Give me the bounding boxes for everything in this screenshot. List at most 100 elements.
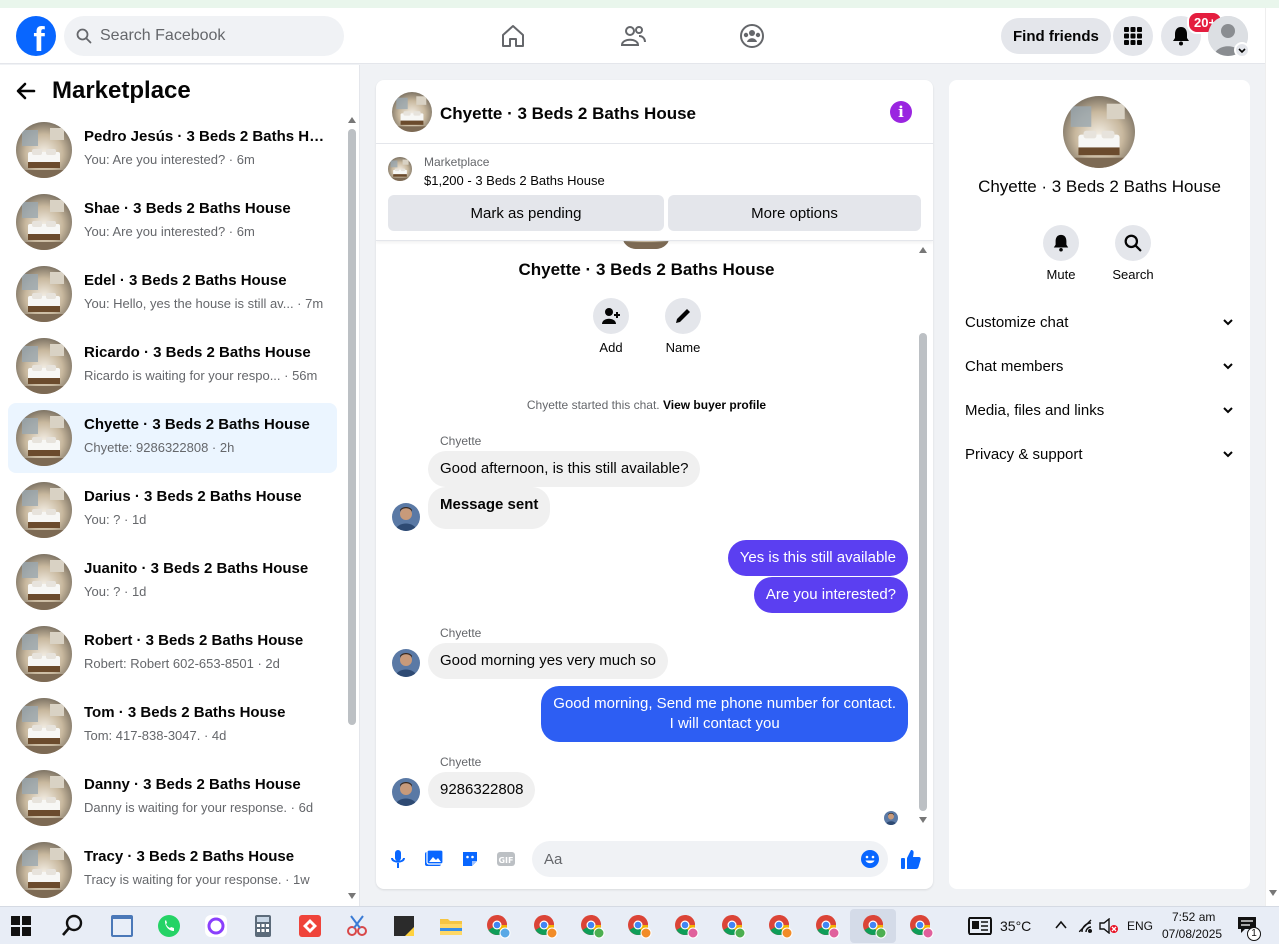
anydesk-icon[interactable] bbox=[297, 913, 323, 939]
chrome-profile-icon[interactable] bbox=[861, 913, 887, 939]
menu-button[interactable] bbox=[1113, 16, 1153, 56]
scroll-down-arrow-icon[interactable] bbox=[348, 893, 356, 899]
name-chat-action[interactable]: Name bbox=[653, 298, 713, 355]
find-friends-button[interactable]: Find friends bbox=[1001, 18, 1111, 54]
scroll-down-arrow-icon[interactable] bbox=[919, 817, 927, 823]
view-buyer-profile-link[interactable]: View buyer profile bbox=[663, 398, 766, 412]
groups-icon[interactable] bbox=[738, 22, 766, 50]
snipping-tool-icon[interactable] bbox=[344, 913, 370, 939]
search-bar[interactable] bbox=[64, 16, 344, 56]
clock-date[interactable]: 07/08/2025 bbox=[1162, 927, 1222, 941]
language-indicator[interactable]: ENG bbox=[1127, 919, 1153, 933]
conversation-item[interactable]: Pedro Jesús · 3 Beds 2 Baths Ho... You: A… bbox=[8, 115, 337, 185]
incoming-message[interactable]: Good afternoon, is this still available? bbox=[428, 451, 701, 487]
weather-news-icon[interactable] bbox=[968, 916, 992, 936]
conversation-item[interactable]: Tom · 3 Beds 2 Baths House Tom: 417-838-3… bbox=[8, 691, 337, 761]
mark-as-pending-button[interactable]: Mark as pending bbox=[388, 195, 664, 231]
search-in-chat-action[interactable]: Search bbox=[1103, 225, 1163, 282]
conversation-item[interactable]: Robert · 3 Beds 2 Baths House Robert: Rob… bbox=[8, 619, 337, 689]
incoming-message[interactable]: Good morning yes very much so bbox=[428, 643, 668, 679]
info-listing-photo[interactable] bbox=[1063, 96, 1135, 168]
sticky-notes-icon[interactable] bbox=[391, 913, 417, 939]
search-icon bbox=[76, 28, 92, 44]
chrome-profile-icon[interactable] bbox=[720, 913, 746, 939]
add-people-action[interactable]: Add bbox=[581, 298, 641, 355]
sticker-icon[interactable] bbox=[460, 849, 480, 869]
scroll-up-arrow-icon[interactable] bbox=[919, 247, 927, 253]
photo-icon[interactable] bbox=[424, 849, 444, 869]
home-icon[interactable] bbox=[499, 22, 527, 50]
scroll-up-arrow-icon[interactable] bbox=[348, 117, 356, 123]
more-options-button[interactable]: More options bbox=[668, 195, 921, 231]
volume-muted-icon[interactable] bbox=[1099, 918, 1119, 934]
sidebar-scroll-thumb[interactable] bbox=[348, 129, 356, 725]
app-icon-c[interactable] bbox=[203, 913, 229, 939]
back-arrow-icon[interactable] bbox=[16, 81, 36, 101]
whatsapp-icon[interactable] bbox=[156, 913, 182, 939]
account-caret[interactable] bbox=[1234, 42, 1250, 58]
conversation-item[interactable]: Edel · 3 Beds 2 Baths House You: Hello, y… bbox=[8, 259, 337, 329]
friends-icon[interactable] bbox=[619, 22, 647, 50]
sidebar-scrollbar[interactable] bbox=[346, 115, 358, 905]
mute-action[interactable]: Mute bbox=[1031, 225, 1091, 282]
chat-listing-thumbnail[interactable] bbox=[392, 92, 432, 132]
chrome-profile-icon[interactable] bbox=[626, 913, 652, 939]
conversation-item[interactable]: Tracy · 3 Beds 2 Baths House Tracy is wai… bbox=[8, 835, 337, 905]
listing-price[interactable]: $1,200 - 3 Beds 2 Baths House bbox=[424, 173, 605, 188]
outgoing-message[interactable]: Are you interested? bbox=[753, 577, 908, 613]
windows-start-icon[interactable] bbox=[10, 915, 32, 937]
search-input[interactable] bbox=[100, 27, 320, 45]
taskbar-search-icon[interactable] bbox=[60, 913, 86, 939]
facebook-logo[interactable]: f bbox=[16, 16, 56, 56]
add-label: Add bbox=[599, 340, 623, 355]
temperature-readout[interactable]: 35°C bbox=[1000, 918, 1031, 934]
conversation-preview: Tom: 417-838-3047. · 4d bbox=[84, 728, 227, 743]
chrome-profile-icon[interactable] bbox=[485, 913, 511, 939]
clock-time[interactable]: 7:52 am bbox=[1172, 910, 1215, 924]
outgoing-message[interactable]: Yes is this still available bbox=[727, 540, 908, 576]
conversation-item[interactable]: Ricardo · 3 Beds 2 Baths House Ricardo is… bbox=[8, 331, 337, 401]
listing-thumbnail[interactable] bbox=[388, 157, 412, 181]
conversation-item[interactable]: Shae · 3 Beds 2 Baths House You: Are you … bbox=[8, 187, 337, 257]
sender-avatar[interactable] bbox=[392, 649, 420, 677]
network-icon[interactable] bbox=[1078, 919, 1094, 933]
browser-app-icon[interactable] bbox=[109, 913, 135, 939]
scroll-down-arrow-icon[interactable] bbox=[1269, 890, 1277, 896]
chat-title[interactable]: Chyette · 3 Beds 2 Baths House bbox=[440, 104, 696, 124]
chrome-profile-icon[interactable] bbox=[579, 913, 605, 939]
gif-icon[interactable]: GIF bbox=[496, 849, 516, 869]
sender-avatar[interactable] bbox=[392, 503, 420, 531]
media-files-links-section[interactable]: Media, files and links bbox=[965, 390, 1235, 430]
incoming-message[interactable]: 9286322808 bbox=[428, 772, 536, 808]
chat-members-section[interactable]: Chat members bbox=[965, 346, 1235, 386]
microphone-icon[interactable] bbox=[388, 849, 408, 869]
like-thumbs-up-icon[interactable] bbox=[900, 848, 922, 870]
window-scrollbar[interactable] bbox=[1265, 8, 1279, 906]
calculator-icon[interactable] bbox=[250, 913, 276, 939]
mute-label: Mute bbox=[1046, 267, 1076, 282]
incoming-message[interactable]: Message sent bbox=[428, 487, 551, 529]
thread-scrollbar[interactable] bbox=[917, 241, 929, 831]
chevron-down-icon bbox=[1238, 48, 1246, 54]
conversation-item[interactable]: Chyette · 3 Beds 2 Baths House Chyette: 9… bbox=[8, 403, 337, 473]
chrome-profile-icon[interactable] bbox=[814, 913, 840, 939]
info-icon[interactable]: i bbox=[890, 101, 912, 123]
message-input[interactable] bbox=[532, 841, 888, 877]
chrome-profile-icon[interactable] bbox=[908, 913, 934, 939]
conversation-item[interactable]: Darius · 3 Beds 2 Baths House You: ? · 1d bbox=[8, 475, 337, 545]
chevron-up-icon[interactable] bbox=[1054, 919, 1068, 931]
chrome-profile-icon[interactable] bbox=[673, 913, 699, 939]
thread-scroll-thumb[interactable] bbox=[919, 333, 927, 811]
emoji-icon[interactable] bbox=[860, 849, 880, 869]
sender-avatar[interactable] bbox=[392, 778, 420, 806]
outgoing-message[interactable]: Good morning, Send me phone number for c… bbox=[541, 686, 908, 742]
conversation-name: Danny · 3 Beds 2 Baths House bbox=[84, 776, 301, 793]
conversation-preview: Ricardo is waiting for your respo... · 5… bbox=[84, 368, 318, 383]
chrome-profile-icon[interactable] bbox=[767, 913, 793, 939]
chrome-profile-icon[interactable] bbox=[532, 913, 558, 939]
conversation-item[interactable]: Danny · 3 Beds 2 Baths House Danny is wai… bbox=[8, 763, 337, 833]
conversation-item[interactable]: Juanito · 3 Beds 2 Baths House You: ? · 1… bbox=[8, 547, 337, 617]
privacy-support-section[interactable]: Privacy & support bbox=[965, 434, 1235, 474]
file-explorer-icon[interactable] bbox=[438, 913, 464, 939]
customize-chat-section[interactable]: Customize chat bbox=[965, 302, 1235, 342]
